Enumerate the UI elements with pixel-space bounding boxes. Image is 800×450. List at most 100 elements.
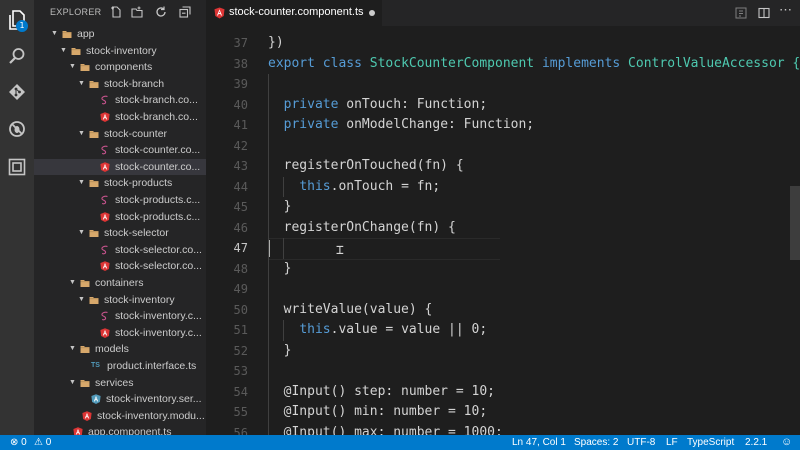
code-line[interactable]: 46 registerOnChange(fn) { xyxy=(206,218,800,239)
file-item[interactable]: stock-branch.co... xyxy=(34,109,206,125)
line-ending[interactable]: LF xyxy=(666,435,678,450)
warnings-indicator[interactable]: ⚠ 0 xyxy=(34,435,51,450)
code-text: @Input() step: number = 10; xyxy=(268,382,495,402)
code-line[interactable]: ⌶ 47 xyxy=(206,238,800,260)
code-token: } xyxy=(268,342,292,358)
unsaved-dot-icon[interactable] xyxy=(369,10,375,16)
feedback-icon[interactable]: ☺ xyxy=(781,435,792,450)
language-mode[interactable]: TypeScript xyxy=(687,435,734,450)
file-item[interactable]: stock-selector.co... xyxy=(34,258,206,274)
debug-icon[interactable] xyxy=(0,112,34,146)
code-text: } xyxy=(268,341,292,361)
file-item[interactable]: stock-products.c... xyxy=(34,209,206,225)
line-number: 46 xyxy=(233,220,248,235)
cursor-position[interactable]: Ln 47, Col 1 xyxy=(512,435,566,450)
file-item[interactable]: stock-counter.co... xyxy=(34,158,206,175)
warning-icon: ⚠ xyxy=(34,437,43,448)
code-line[interactable]: 49 xyxy=(206,279,800,300)
folder-item[interactable]: ▼ models xyxy=(34,341,206,357)
tree-item-label: stock-products xyxy=(104,177,173,190)
chevron-down-icon[interactable]: ▼ xyxy=(78,225,86,241)
search-icon[interactable] xyxy=(0,39,34,73)
new-folder-icon[interactable] xyxy=(131,6,143,18)
chevron-down-icon[interactable]: ▼ xyxy=(78,126,86,142)
warning-count: 0 xyxy=(45,437,52,448)
folder-item[interactable]: ▼ containers xyxy=(34,275,206,291)
code-editor[interactable]: 37}) 38 export class StockCounterComponent… xyxy=(206,26,800,435)
file-item[interactable]: stock-products.c... xyxy=(34,192,206,208)
scrollbar-thumb[interactable] xyxy=(790,186,800,260)
code-line[interactable]: 39 xyxy=(206,74,800,95)
files-icon[interactable]: 1 xyxy=(0,3,34,37)
split-editor-icon[interactable] xyxy=(758,7,770,19)
code-line[interactable]: 45 } xyxy=(206,197,800,218)
chevron-down-icon[interactable]: ▼ xyxy=(78,175,86,191)
folder-icon xyxy=(89,180,99,188)
file-item[interactable]: stock-counter.co... xyxy=(34,142,206,158)
folder-item[interactable]: ▼ stock-products xyxy=(34,175,206,191)
code-line[interactable]: 55 @Input() min: number = 10; xyxy=(206,402,800,423)
file-item[interactable]: app.component.ts xyxy=(34,424,206,435)
code-line[interactable]: 56 @Input() max: number = 1000; xyxy=(206,423,800,436)
chevron-down-icon[interactable]: ▼ xyxy=(51,26,59,42)
file-item[interactable]: stock-inventory.c... xyxy=(34,325,206,341)
folder-item[interactable]: ▼ stock-inventory xyxy=(34,43,206,59)
encoding[interactable]: UTF-8 xyxy=(627,435,655,450)
code-line[interactable]: 53 xyxy=(206,361,800,382)
indent-guide xyxy=(283,320,284,341)
angular-file-icon xyxy=(100,211,110,222)
file-item[interactable]: stock-inventory.c... xyxy=(34,308,206,324)
chevron-down-icon[interactable]: ▼ xyxy=(69,341,77,357)
code-line[interactable]: 40 private onTouch: Function; xyxy=(206,95,800,116)
scss-file-icon xyxy=(101,311,108,321)
chevron-down-icon[interactable]: ▼ xyxy=(69,59,77,75)
file-item[interactable]: TS product.interface.ts xyxy=(34,358,206,374)
indentation[interactable]: Spaces: 2 xyxy=(574,435,618,450)
folder-item[interactable]: ▼ stock-selector xyxy=(34,225,206,241)
open-changes-icon[interactable] xyxy=(735,7,747,19)
folder-item[interactable]: ▼ app xyxy=(34,26,206,42)
chevron-down-icon[interactable]: ▼ xyxy=(78,76,86,92)
collapse-all-icon[interactable] xyxy=(179,6,191,18)
line-number: 54 xyxy=(233,384,248,399)
folder-item[interactable]: ▼ components xyxy=(34,59,206,75)
angular-file-icon xyxy=(82,411,92,421)
code-line[interactable]: 50 writeValue(value) { xyxy=(206,300,800,321)
errors-indicator[interactable]: ⊗ 0 xyxy=(10,435,27,450)
chevron-down-icon[interactable]: ▼ xyxy=(78,292,86,308)
line-number: 55 xyxy=(233,405,248,419)
code-line[interactable]: 41 private onModelChange: Function; xyxy=(206,115,800,136)
file-item[interactable]: stock-branch.co... xyxy=(34,92,206,108)
file-item[interactable]: stock-selector.co... xyxy=(34,242,206,258)
line-number: 39 xyxy=(233,77,248,91)
code-line[interactable]: 54 @Input() step: number = 10; xyxy=(206,382,800,403)
code-line[interactable]: 44 this.onTouch = fn; xyxy=(206,177,800,198)
editor-scrollbar[interactable] xyxy=(790,26,800,435)
code-line[interactable]: 43 registerOnTouched(fn) { xyxy=(206,156,800,177)
code-line[interactable]: 42 xyxy=(206,136,800,157)
line-number: 50 xyxy=(233,302,248,317)
code-line[interactable]: 37}) xyxy=(206,33,800,54)
tree-item-label: product.interface.ts xyxy=(107,360,197,372)
extensions-icon[interactable] xyxy=(0,150,34,184)
new-file-icon[interactable] xyxy=(110,6,122,18)
code-line[interactable]: 52 } xyxy=(206,341,800,362)
typescript-version[interactable]: 2.2.1 xyxy=(745,435,767,450)
tab-stock-counter-component[interactable]: stock-counter.component.ts xyxy=(206,0,382,26)
chevron-down-icon[interactable]: ▼ xyxy=(69,275,77,291)
file-item[interactable]: stock-inventory.modu... xyxy=(34,408,206,424)
tree-item-label: stock-selector.co... xyxy=(115,260,202,273)
folder-item[interactable]: ▼ services xyxy=(34,375,206,391)
file-item[interactable]: stock-inventory.ser... xyxy=(34,391,206,407)
code-line[interactable]: 51 this.value = value || 0; xyxy=(206,320,800,341)
code-line[interactable]: 38 export class StockCounterComponent imp… xyxy=(206,54,800,75)
refresh-icon[interactable] xyxy=(155,6,167,18)
more-actions-icon[interactable]: ⋯ xyxy=(779,3,792,17)
code-line[interactable]: 48 } xyxy=(206,259,800,280)
folder-item[interactable]: ▼ stock-inventory xyxy=(34,292,206,308)
chevron-down-icon[interactable]: ▼ xyxy=(69,375,77,391)
git-icon[interactable] xyxy=(0,75,34,109)
folder-item[interactable]: ▼ stock-counter xyxy=(34,126,206,142)
folder-item[interactable]: ▼ stock-branch xyxy=(34,76,206,92)
chevron-down-icon[interactable]: ▼ xyxy=(60,43,68,59)
